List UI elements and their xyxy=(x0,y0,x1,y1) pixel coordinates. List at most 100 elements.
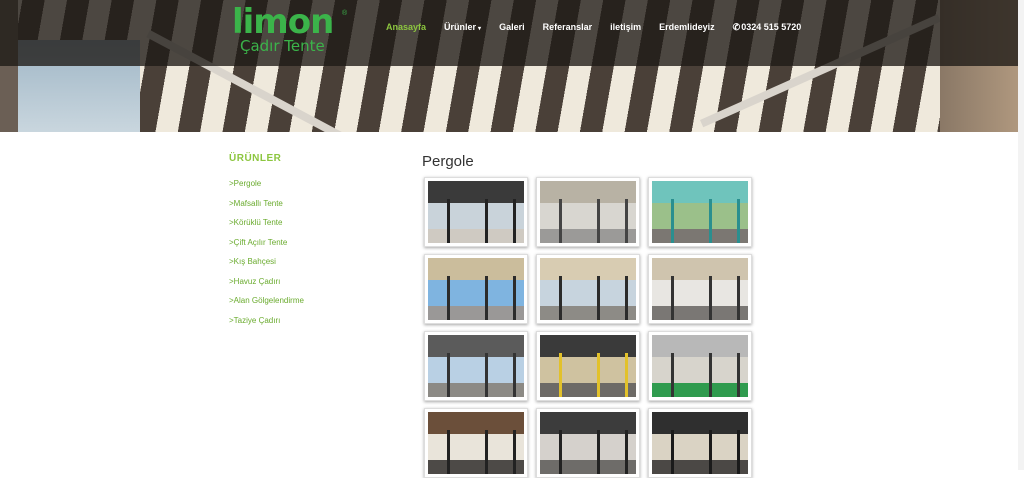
thumbnail-post xyxy=(447,199,450,243)
thumbnail-post xyxy=(737,353,740,397)
thumbnail-post xyxy=(737,276,740,320)
page-scrollbar[interactable] xyxy=(1018,0,1024,470)
thumbnail-post xyxy=(597,430,600,474)
nav-item-erdemlideyiz[interactable]: Erdemlideyiz xyxy=(659,22,715,32)
page-title: Pergole xyxy=(422,153,474,170)
gallery-thumbnail[interactable] xyxy=(536,408,640,478)
logo-registered-mark: ® xyxy=(342,10,348,17)
sidebar-item-mafsalli-tente[interactable]: >Mafsallı Tente xyxy=(229,198,389,218)
thumbnail-post xyxy=(671,199,674,243)
sidebar-item-koruklu-tente[interactable]: >Körüklü Tente xyxy=(229,217,389,237)
logo-word: limon xyxy=(232,2,334,42)
thumbnail-pergola-roof xyxy=(540,258,636,280)
thumbnail-post xyxy=(737,199,740,243)
thumbnail-ground xyxy=(652,306,748,320)
thumbnail-ground xyxy=(652,229,748,243)
thumbnail-post xyxy=(559,199,562,243)
sidebar-list: >Pergole >Mafsallı Tente >Körüklü Tente … xyxy=(229,178,389,334)
thumbnail-post xyxy=(447,276,450,320)
thumbnail-post xyxy=(737,430,740,474)
thumbnail-pergola-roof xyxy=(428,181,524,203)
thumbnail-post xyxy=(709,353,712,397)
thumbnail-post xyxy=(485,430,488,474)
thumbnail-pergola-roof xyxy=(428,258,524,280)
thumbnail-post xyxy=(597,276,600,320)
main-nav: Anasayfa Ürünler ▾ Galeri Referanslar ile… xyxy=(386,20,819,34)
thumbnail-post xyxy=(559,430,562,474)
nav-phone-link[interactable]: ✆ 0324 515 5720 xyxy=(733,22,802,33)
nav-item-urunler[interactable]: Ürünler ▾ xyxy=(444,22,481,32)
gallery-thumbnail[interactable] xyxy=(424,331,528,401)
gallery-thumbnail[interactable] xyxy=(536,254,640,324)
gallery-thumbnail[interactable] xyxy=(536,177,640,247)
thumbnail-pergola-roof xyxy=(652,335,748,357)
gallery-thumbnail[interactable] xyxy=(648,254,752,324)
thumbnail-post xyxy=(447,353,450,397)
gallery-thumbnail[interactable] xyxy=(424,254,528,324)
thumbnail-ground xyxy=(428,460,524,474)
thumbnail-post xyxy=(559,353,562,397)
thumbnail-ground xyxy=(540,460,636,474)
thumbnail-post xyxy=(709,276,712,320)
nav-item-urunler-label: Ürünler xyxy=(444,22,477,32)
thumbnail-post xyxy=(559,276,562,320)
gallery-thumbnail[interactable] xyxy=(424,177,528,247)
nav-phone-number: 0324 515 5720 xyxy=(741,22,802,32)
sidebar-item-alan-golgelendirme[interactable]: >Alan Gölgelendirme xyxy=(229,295,389,315)
product-sidebar: ÜRÜNLER >Pergole >Mafsallı Tente >Körükl… xyxy=(229,153,389,334)
gallery-thumbnail[interactable] xyxy=(536,331,640,401)
phone-icon: ✆ xyxy=(732,21,741,32)
thumbnail-post xyxy=(709,199,712,243)
thumbnail-pergola-roof xyxy=(428,335,524,357)
nav-item-iletisim[interactable]: iletişim xyxy=(610,22,641,32)
nav-item-galeri[interactable]: Galeri xyxy=(499,22,525,32)
thumbnail-post xyxy=(513,276,516,320)
thumbnail-post xyxy=(447,430,450,474)
thumbnail-post xyxy=(671,276,674,320)
thumbnail-post xyxy=(513,430,516,474)
thumbnail-post xyxy=(625,199,628,243)
gallery-thumbnail[interactable] xyxy=(648,331,752,401)
thumbnail-pergola-roof xyxy=(540,335,636,357)
thumbnail-pergola-roof xyxy=(652,181,748,203)
photo-gallery xyxy=(424,177,752,478)
logo-subtitle: Çadır Tente xyxy=(240,37,325,55)
sidebar-item-cift-acilir-tente[interactable]: >Çift Açılır Tente xyxy=(229,237,389,257)
thumbnail-post xyxy=(671,353,674,397)
thumbnail-ground xyxy=(540,306,636,320)
thumbnail-pergola-roof xyxy=(540,181,636,203)
thumbnail-ground xyxy=(652,460,748,474)
thumbnail-ground xyxy=(428,229,524,243)
caret-down-icon: ▾ xyxy=(478,26,482,32)
sidebar-item-taziye-cadiri[interactable]: >Taziye Çadırı xyxy=(229,315,389,335)
thumbnail-post xyxy=(709,430,712,474)
sidebar-title: ÜRÜNLER xyxy=(229,153,282,164)
thumbnail-ground xyxy=(652,383,748,397)
thumbnail-post xyxy=(625,353,628,397)
thumbnail-post xyxy=(671,430,674,474)
thumbnail-post xyxy=(485,353,488,397)
gallery-thumbnail[interactable] xyxy=(424,408,528,478)
site-logo[interactable]: limon ® Çadır Tente xyxy=(232,2,352,56)
thumbnail-post xyxy=(597,199,600,243)
thumbnail-post xyxy=(597,353,600,397)
thumbnail-pergola-roof xyxy=(652,412,748,434)
thumbnail-post xyxy=(485,276,488,320)
sidebar-item-kis-bahcesi[interactable]: >Kış Bahçesi xyxy=(229,256,389,276)
thumbnail-ground xyxy=(428,306,524,320)
nav-item-anasayfa[interactable]: Anasayfa xyxy=(386,22,426,32)
sidebar-item-havuz-cadiri[interactable]: >Havuz Çadırı xyxy=(229,276,389,296)
thumbnail-post xyxy=(485,199,488,243)
thumbnail-pergola-roof xyxy=(540,412,636,434)
nav-item-referanslar[interactable]: Referanslar xyxy=(543,22,593,32)
thumbnail-post xyxy=(513,199,516,243)
thumbnail-ground xyxy=(428,383,524,397)
thumbnail-post xyxy=(625,276,628,320)
thumbnail-ground xyxy=(540,229,636,243)
sidebar-item-pergole[interactable]: >Pergole xyxy=(229,178,389,198)
thumbnail-post xyxy=(625,430,628,474)
thumbnail-pergola-roof xyxy=(428,412,524,434)
gallery-thumbnail[interactable] xyxy=(648,408,752,478)
gallery-thumbnail[interactable] xyxy=(648,177,752,247)
thumbnail-post xyxy=(513,353,516,397)
